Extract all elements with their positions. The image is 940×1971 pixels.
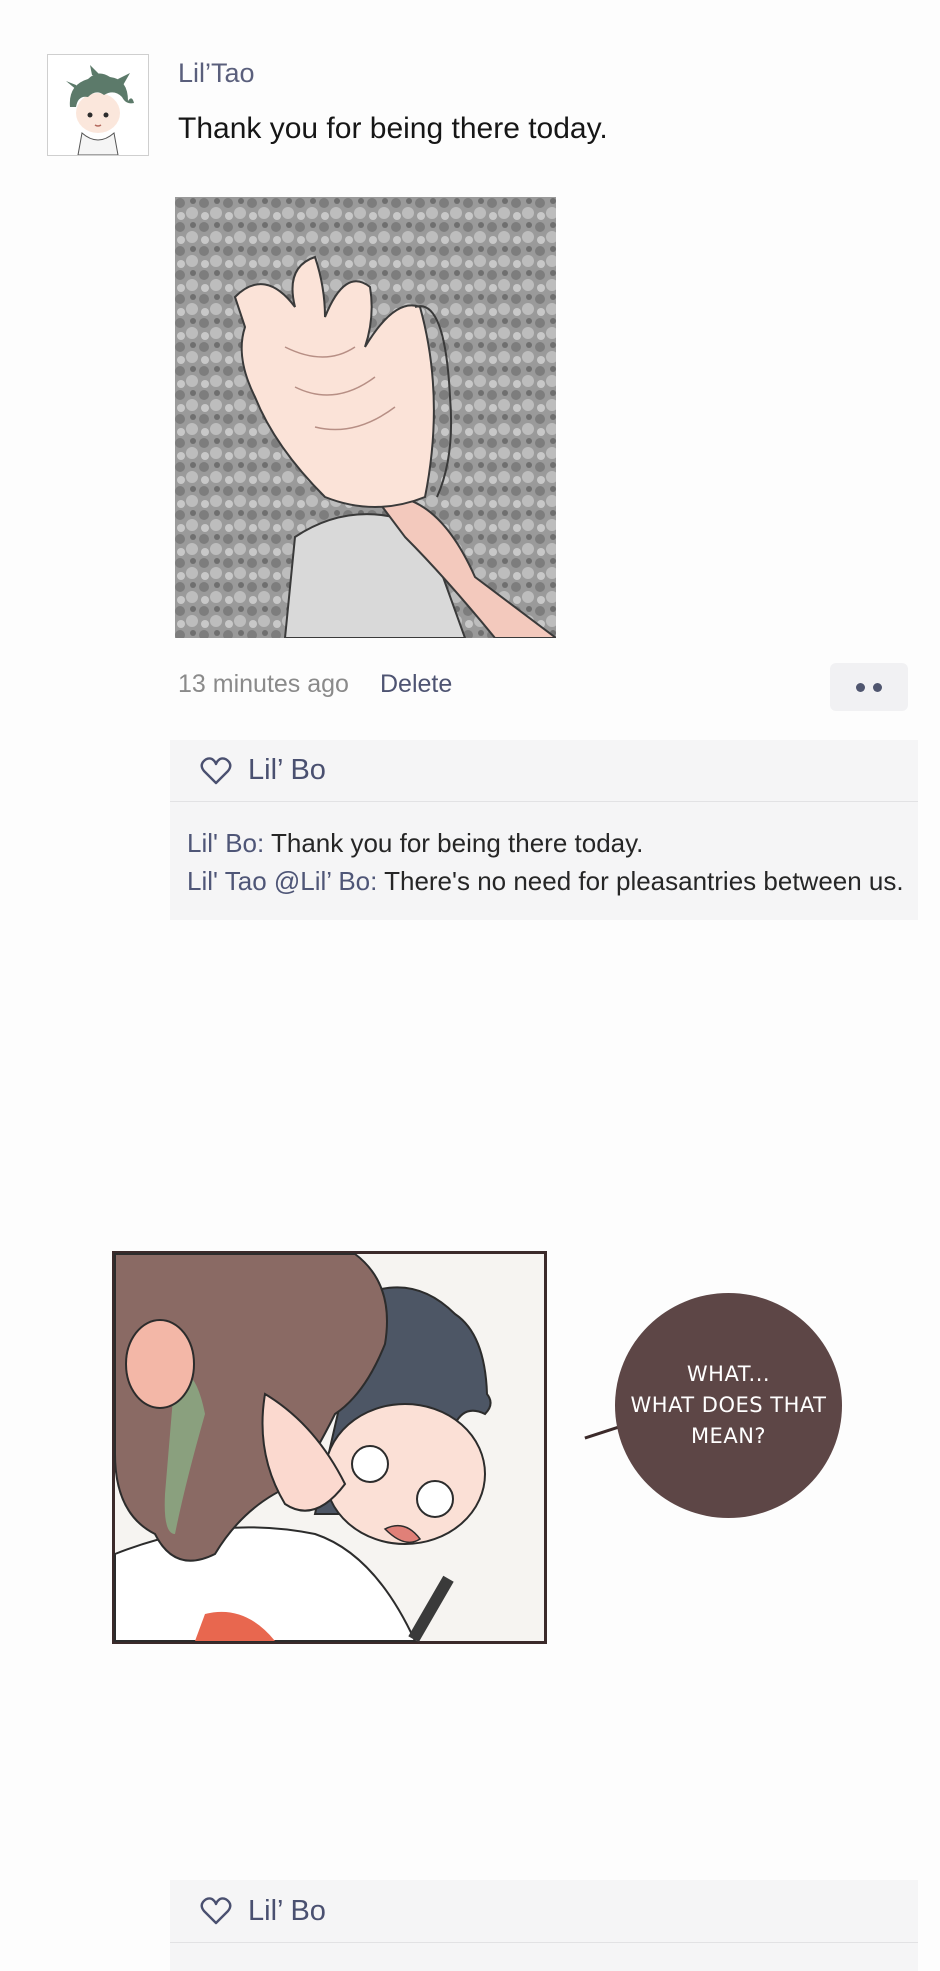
like-user-name[interactable]: Lil’ Bo (248, 1895, 326, 1928)
more-options-button[interactable] (830, 663, 908, 711)
post-timestamp: 13 minutes ago (178, 670, 349, 698)
comment-item[interactable]: Lil' Bo: Thank you for being there today… (187, 824, 918, 862)
speech-bubble: WHAT... WHAT DOES THAT MEAN? (615, 1293, 842, 1518)
comment-section: Lil’ Bo Lil' Bo: Thank you for being the… (170, 740, 918, 920)
speech-bubble-text: WHAT... WHAT DOES THAT MEAN? (630, 1362, 827, 1448)
heart-icon[interactable] (200, 1896, 232, 1926)
comment-item[interactable]: Lil' Tao @Lil’ Bo: There's no need for p… (187, 862, 918, 900)
comment-section-2: Lil’ Bo (170, 1880, 918, 1971)
comment-author[interactable]: Lil' Bo: (187, 828, 264, 858)
likes-row: Lil’ Bo (170, 740, 918, 802)
heart-icon[interactable] (200, 756, 232, 786)
avatar[interactable] (47, 54, 149, 156)
more-dot-icon (856, 682, 865, 692)
post-text: Thank you for being there today. (178, 112, 608, 145)
comic-illustration (114, 1253, 544, 1643)
post-image[interactable] (175, 197, 556, 638)
like-user-name[interactable]: Lil’ Bo (248, 754, 326, 787)
comic-panel (112, 1251, 547, 1644)
speech-bubble-tail (584, 1425, 620, 1440)
holding-hands-image (175, 197, 556, 638)
more-dot-icon (873, 682, 882, 692)
likes-row-2: Lil’ Bo (170, 1880, 918, 1943)
comment-list: Lil' Bo: Thank you for being there today… (170, 802, 918, 900)
comment-text: Thank you for being there today. (264, 828, 644, 858)
post-username[interactable]: Lil’Tao (178, 58, 255, 89)
delete-button[interactable]: Delete (380, 670, 452, 699)
comment-author[interactable]: Lil' Tao @Lil’ Bo: (187, 866, 377, 896)
comment-text: There's no need for pleasantries between… (377, 866, 904, 896)
avatar-illustration (48, 55, 148, 155)
